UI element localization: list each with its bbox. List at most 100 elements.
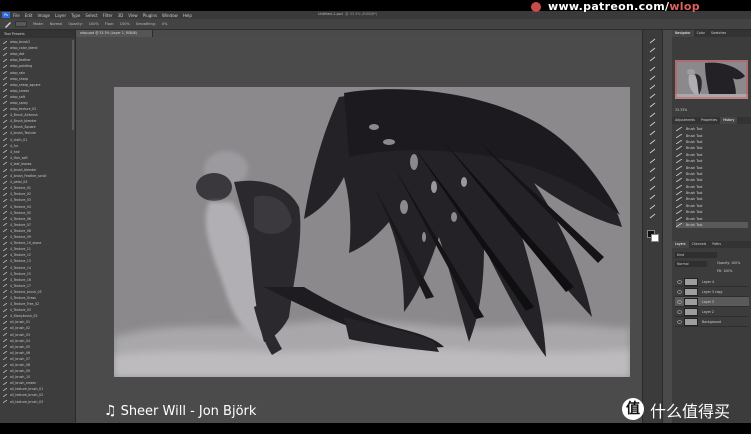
brush-stroke-icon xyxy=(3,235,7,239)
background-color-swatch[interactable] xyxy=(651,234,659,242)
brush-preset-label: 4_cloth_01 xyxy=(10,137,28,142)
menu-filter[interactable]: Filter xyxy=(103,13,113,18)
layer-thumbnail xyxy=(684,287,698,296)
eye-icon[interactable] xyxy=(677,299,682,304)
brush-stroke-icon xyxy=(3,125,7,129)
tab-swatches[interactable]: Swatches xyxy=(708,30,729,37)
song-title: Sheer Will - Jon Björk xyxy=(120,403,257,419)
brush-stroke-icon xyxy=(3,333,7,337)
tab-navigator[interactable]: Navigator xyxy=(672,30,694,37)
navigator-zoom[interactable]: 33.33% xyxy=(675,108,687,112)
history-state-label: Brush Tool xyxy=(686,210,703,215)
layer-filter-kind[interactable]: Kind xyxy=(675,252,717,258)
menu-help[interactable]: Help xyxy=(183,13,192,18)
layer-fill[interactable]: Fill: 100% xyxy=(717,269,732,273)
brush-icon xyxy=(676,203,682,208)
layer-row[interactable]: Layer 3 xyxy=(675,297,749,307)
brush-stroke-icon xyxy=(3,174,7,178)
brush-preset-label: 4_petal_04 xyxy=(10,180,28,185)
artwork-canvas[interactable] xyxy=(114,87,630,377)
mode-select[interactable]: Normal xyxy=(50,22,63,26)
tab-properties[interactable]: Properties xyxy=(698,117,720,124)
brush-preset-label: 4_Brush_Airbrush xyxy=(10,113,38,118)
layer-blend-mode[interactable]: Normal xyxy=(675,261,707,267)
brush-stroke-icon xyxy=(3,284,7,288)
menu-type[interactable]: Type xyxy=(71,13,80,18)
brush-preset-label: wlop_sharp xyxy=(10,76,29,81)
lasso-icon[interactable] xyxy=(648,56,657,62)
layer-name: Layer 2 xyxy=(702,309,714,314)
eraser-icon[interactable] xyxy=(648,130,657,136)
marquee-icon[interactable] xyxy=(648,47,657,53)
brush-preset-label: 4_Stonybrush_03 xyxy=(10,314,38,319)
gradient-icon[interactable] xyxy=(648,139,657,145)
hand-icon[interactable] xyxy=(648,204,657,210)
dodge-icon[interactable] xyxy=(648,158,657,164)
brush-stroke-icon xyxy=(3,363,7,367)
app-logo[interactable]: Ps xyxy=(2,12,10,18)
brush-preset-label: all_texture_brush_01 xyxy=(10,387,44,392)
brush-stroke-icon xyxy=(3,107,7,111)
pen-icon[interactable] xyxy=(648,167,657,173)
tab-adjustments[interactable]: Adjustments xyxy=(672,117,698,124)
history-brush-icon[interactable] xyxy=(648,121,657,127)
blur-icon[interactable] xyxy=(648,148,657,154)
panel-title: Tool Presets xyxy=(0,30,75,38)
tab-paths[interactable]: Paths xyxy=(709,241,724,248)
shape-icon[interactable] xyxy=(648,194,657,200)
brush-preset-label: 4_brush_blender xyxy=(10,168,37,173)
brush-preset-label: all_brush_01 xyxy=(10,320,31,325)
tab-color[interactable]: Color xyxy=(694,30,708,37)
menu-window[interactable]: Window xyxy=(162,13,178,18)
eyedropper-icon[interactable] xyxy=(648,84,657,90)
layer-row[interactable]: Layer 4 xyxy=(675,277,749,287)
quick-select-icon[interactable] xyxy=(648,66,657,72)
eye-icon[interactable] xyxy=(677,279,682,284)
tab-history[interactable]: History xyxy=(720,117,738,124)
zoom-icon[interactable] xyxy=(648,213,657,219)
layer-opacity[interactable]: Opacity: 100% xyxy=(717,261,740,265)
brush-icon[interactable] xyxy=(648,102,657,108)
brush-tool-icon[interactable] xyxy=(4,21,12,28)
menu-select[interactable]: Select xyxy=(85,13,97,18)
menu-3d[interactable]: 3D xyxy=(118,13,124,18)
history-state-label: Brush Tool xyxy=(686,178,703,183)
menu-layer[interactable]: Layer xyxy=(55,13,66,18)
document-tab[interactable]: wlop.psd @ 33.3% (Layer 2, RGB/8) xyxy=(76,30,153,37)
brush-preset-item[interactable]: all_texture_brush_03 xyxy=(0,399,72,405)
site-name: 什么值得买 xyxy=(650,402,731,421)
healing-icon[interactable] xyxy=(648,93,657,99)
tab-channels[interactable]: Channels xyxy=(689,241,710,248)
layer-row[interactable]: Layer 3 copy xyxy=(675,287,749,297)
menu-image[interactable]: Image xyxy=(37,13,50,18)
history-state[interactable]: Brush Tool xyxy=(676,221,748,229)
brush-preset-label: 4_Texture_03 xyxy=(10,308,31,313)
brush-stroke-icon xyxy=(3,101,7,105)
brush-list-scrollbar[interactable] xyxy=(72,40,74,130)
tab-layers[interactable]: Layers xyxy=(672,241,689,248)
smoothing-value[interactable]: 0% xyxy=(162,22,168,26)
path-select-icon[interactable] xyxy=(648,185,657,191)
brush-preset-label: 4_Texture_08 xyxy=(10,228,31,233)
layers-list: Layer 4 Layer 3 copy Layer 3 Layer 2 Backgro… xyxy=(675,277,749,327)
layer-row[interactable]: Layer 2 xyxy=(675,307,749,317)
type-icon[interactable] xyxy=(648,176,657,182)
eye-icon[interactable] xyxy=(677,289,682,294)
brush-preset-label: 4_Brush_Square xyxy=(10,125,36,130)
move-icon[interactable] xyxy=(648,38,657,44)
brush-stroke-icon xyxy=(3,119,7,123)
opacity-value[interactable]: 100% xyxy=(89,22,99,26)
navigator-preview[interactable] xyxy=(675,60,748,99)
brush-stroke-icon xyxy=(3,241,7,245)
menu-view[interactable]: View xyxy=(128,13,138,18)
eye-icon[interactable] xyxy=(677,319,682,324)
menu-plugins[interactable]: Plugins xyxy=(143,13,157,18)
brush-preset-picker[interactable] xyxy=(15,21,27,27)
crop-icon[interactable] xyxy=(648,75,657,81)
menu-edit[interactable]: Edit xyxy=(25,13,33,18)
menu-file[interactable]: File xyxy=(13,13,20,18)
layer-row[interactable]: Background xyxy=(675,317,749,327)
flow-value[interactable]: 100% xyxy=(120,22,130,26)
eye-icon[interactable] xyxy=(677,309,682,314)
clone-stamp-icon[interactable] xyxy=(648,112,657,118)
